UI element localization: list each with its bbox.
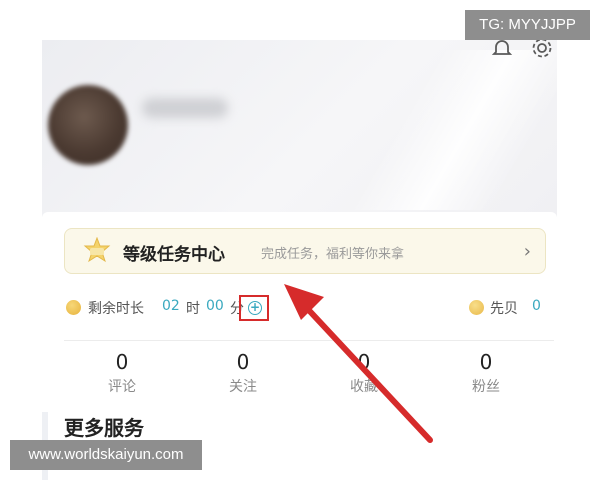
counter-value: 0 — [357, 350, 371, 374]
bell-icon[interactable] — [490, 40, 514, 60]
counter-value: 0 — [236, 350, 250, 374]
chevron-right-icon: › — [523, 241, 531, 262]
shell-label: 先贝 — [490, 301, 518, 317]
add-time-highlight: + — [239, 295, 269, 321]
gear-icon[interactable] — [530, 40, 554, 60]
counter-comments[interactable]: 0 评论 — [82, 350, 162, 396]
coin-icon — [66, 300, 81, 315]
remaining-hours: 02 — [162, 298, 180, 314]
profile-screen: 等级任务中心 完成任务，福利等你来拿 › 剩余时长 02 时 00 分 先贝 0… — [42, 40, 557, 480]
remaining-minutes: 00 — [206, 298, 224, 314]
hour-unit: 时 — [186, 301, 200, 317]
username-blurred — [142, 98, 228, 118]
divider — [64, 340, 554, 341]
counter-favorites[interactable]: 0 收藏 — [324, 350, 404, 396]
counter-label: 评论 — [108, 379, 136, 395]
task-center-subtitle: 完成任务，福利等你来拿 — [261, 247, 405, 262]
stats-row: 剩余时长 02 时 00 分 先贝 0 — [66, 298, 556, 318]
counter-value: 0 — [115, 350, 129, 374]
counter-label: 收藏 — [350, 379, 378, 395]
counter-label: 关注 — [229, 379, 257, 395]
task-center-title: 等级任务中心 — [123, 245, 225, 265]
add-time-button[interactable]: + — [248, 301, 262, 315]
task-center-banner[interactable]: 等级任务中心 完成任务，福利等你来拿 › — [64, 228, 546, 274]
counter-label: 粉丝 — [472, 379, 500, 395]
shell-coin-icon — [469, 300, 484, 315]
avatar[interactable] — [48, 85, 128, 165]
remaining-time-label: 剩余时长 — [88, 301, 144, 317]
header-decoration — [337, 50, 557, 210]
counter-fans[interactable]: 0 粉丝 — [446, 350, 526, 396]
shell-value: 0 — [532, 298, 541, 314]
watermark-top-right: TG: MYYJJPP — [465, 10, 590, 40]
more-services-title: 更多服务 — [64, 416, 144, 440]
watermark-bottom-left: www.worldskaiyun.com — [10, 440, 202, 470]
counter-value: 0 — [479, 350, 493, 374]
task-badge-icon — [83, 237, 111, 263]
profile-header — [42, 40, 557, 215]
counter-following[interactable]: 0 关注 — [203, 350, 283, 396]
user-info-card: 等级任务中心 完成任务，福利等你来拿 › 剩余时长 02 时 00 分 先贝 0… — [42, 212, 557, 412]
